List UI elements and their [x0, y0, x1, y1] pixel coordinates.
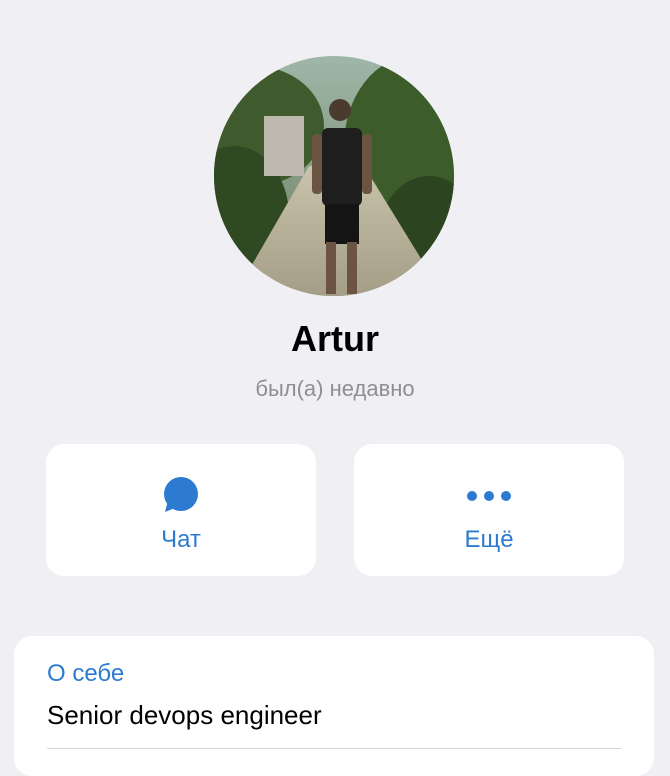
- avatar[interactable]: [214, 56, 454, 296]
- divider: [47, 748, 621, 749]
- chat-bubble-icon: [46, 476, 316, 516]
- chat-button[interactable]: Чат: [46, 444, 316, 576]
- more-button-label: Ещё: [464, 526, 514, 553]
- profile-photo: [214, 56, 454, 296]
- about-card: О себе Senior devops engineer: [14, 636, 654, 776]
- about-value[interactable]: Senior devops engineer: [47, 700, 322, 731]
- more-dots-icon: [354, 476, 624, 516]
- profile-status: был(а) недавно: [255, 376, 415, 401]
- chat-button-label: Чат: [161, 526, 201, 553]
- more-button[interactable]: Ещё: [354, 444, 624, 576]
- profile-name: Artur: [291, 318, 379, 359]
- about-title: О себе: [47, 660, 125, 687]
